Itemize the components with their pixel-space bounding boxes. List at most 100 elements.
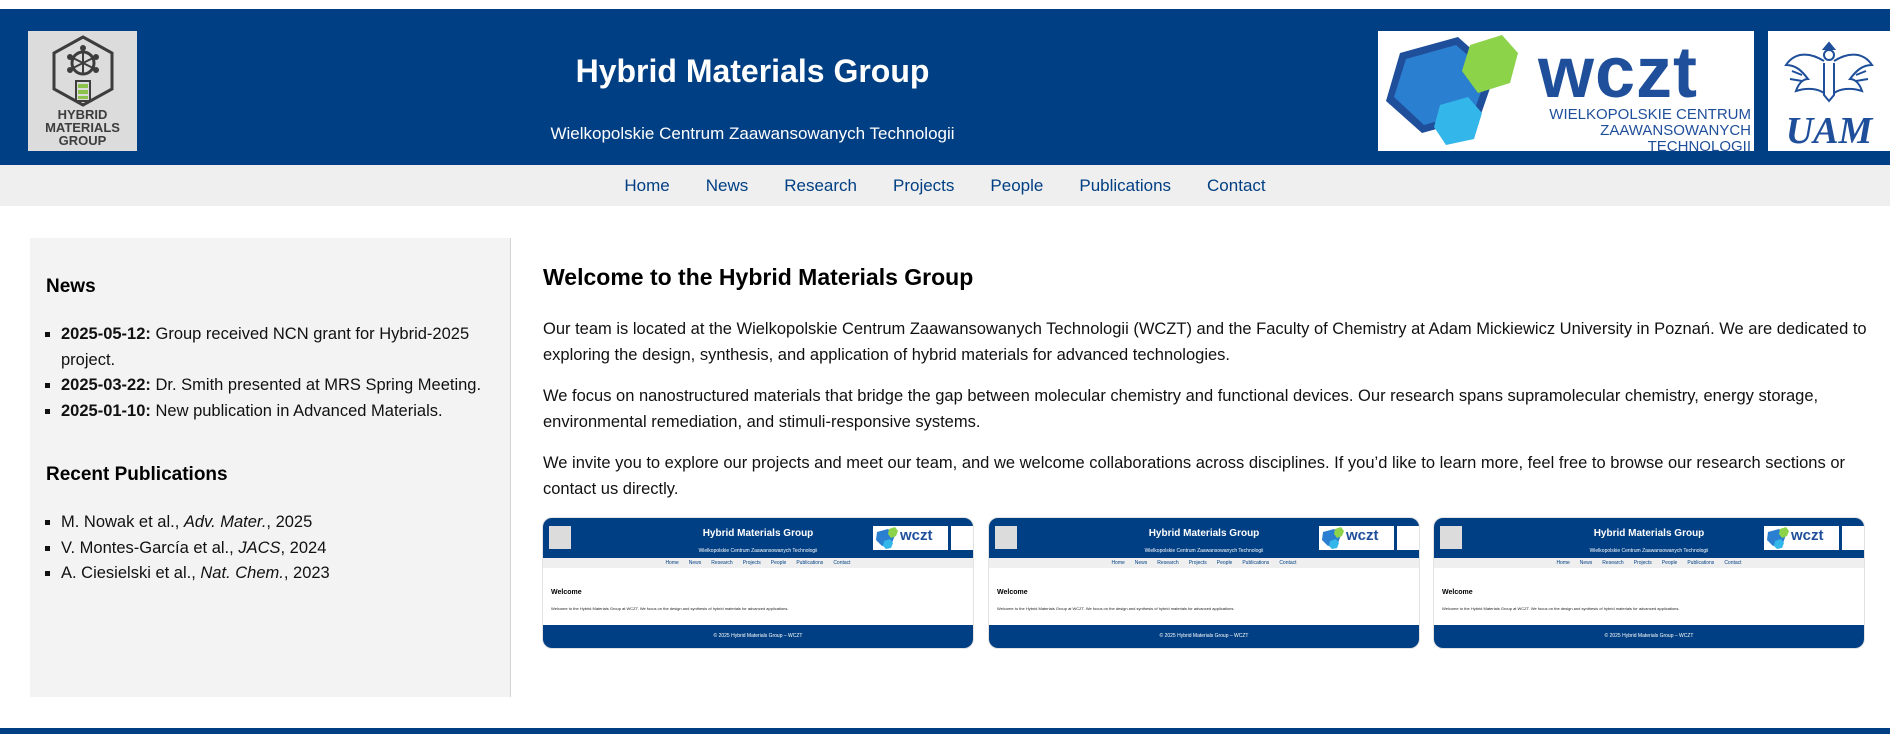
publication-authors: M. Nowak et al., [61,513,184,531]
thumb-wczt-logo: wczt [1764,526,1839,550]
thumb-nav: Home News Research Projects People Publicatio… [1434,558,1864,568]
thumb-footer: © 2025 Hybrid Materials Group – WCZT [1434,625,1864,648]
thumb-nav-item: News [1134,560,1148,566]
nav-home[interactable]: Home [624,176,669,196]
thumb-nav-item: News [688,560,702,566]
thumb-wczt-wordmark: wczt [1346,527,1379,544]
wczt-subtitle-line: ZAAWANSOWANYCH TECHNOLOGII [1600,122,1751,155]
thumb-uam-logo [1397,526,1419,550]
hybrid-materials-logo[interactable]: HYBRID MATERIALS GROUP [28,31,137,151]
thumb-header: Hybrid Materials Group Wielkopolskie Cen… [989,518,1419,558]
news-item: 2025-05-12: Group received NCN grant for… [61,322,491,373]
thumb-uam-logo [1842,526,1864,550]
news-item: 2025-01-10: New publication in Advanced … [61,399,491,425]
publication-year: , 2024 [280,538,327,557]
thumb-nav: Home News Research Projects People Publicatio… [989,558,1419,568]
thumb-hexagons-icon [1767,527,1789,549]
thumb-nav-item: People [770,560,787,566]
thumb-footer: © 2025 Hybrid Materials Group – WCZT [543,625,973,648]
top-strip [0,0,1890,9]
nav-projects[interactable]: Projects [893,176,954,196]
news-date: 2025-03-22: [61,376,151,394]
thumb-wczt-logo: wczt [1319,526,1394,550]
nav-publications[interactable]: Publications [1079,176,1171,196]
nav-people[interactable]: People [990,176,1043,196]
thumb-heading: Welcome [1442,589,1473,596]
publications-list: M. Nowak et al., Adv. Mater., 2025 V. Mo… [61,510,491,587]
publication-journal: Adv. Mater. [183,513,267,531]
thumb-nav-item: Contact [1724,560,1742,566]
thumb-heading: Welcome [997,589,1028,596]
news-date: 2025-01-10: [61,401,151,420]
logo-text-line: GROUP [58,133,107,148]
news-text: Dr. Smith presented at MRS Spring Meetin… [150,376,482,394]
news-date: 2025-05-12: [61,325,151,343]
publication-year: , 2023 [283,564,330,582]
thumb-nav-item: Home [1556,560,1570,566]
thumb-nav-item: Home [665,560,679,566]
eagle-crest-icon: UAM [1784,41,1874,152]
thumb-nav-item: Home [1111,560,1125,566]
publication-authors: A. Ciesielski et al., [61,564,201,582]
hexagon-molecule-icon [52,35,113,107]
thumb-nav-item: Research [1602,560,1624,566]
publication-journal: JACS [238,538,281,557]
publication-item: V. Montes-García et al., JACS, 2024 [61,536,491,562]
main-navigation: Home News Research Projects People Publi… [0,165,1890,206]
nav-news[interactable]: News [706,176,749,196]
publication-item: A. Ciesielski et al., Nat. Chem., 2023 [61,561,491,587]
thumb-nav-item: News [1579,560,1593,566]
thumb-text: Welcome to the Hybrid Materials Group at… [551,606,789,611]
wczt-logo[interactable]: wczt WIELKOPOLSKIE CENTRUM ZAAWANSOWANYC… [1378,31,1754,155]
page-title: Welcome to the Hybrid Materials Group [543,264,974,290]
thumb-footer: © 2025 Hybrid Materials Group – WCZT [989,625,1419,648]
news-heading: News [46,276,96,297]
thumb-header: Hybrid Materials Group Wielkopolskie Cen… [1434,518,1864,558]
thumb-nav: Home News Research Projects People Publicatio… [543,558,973,568]
recent-publications-heading: Recent Publications [46,464,228,485]
site-footer [0,728,1890,734]
news-item: 2025-03-22: Dr. Smith presented at MRS S… [61,373,491,399]
uam-logo[interactable]: UAM [1768,31,1890,152]
thumb-heading: Welcome [551,589,582,596]
thumb-nav-item: Publications [1242,560,1270,566]
site-screenshot-thumbnail[interactable]: Hybrid Materials Group Wielkopolskie Cen… [543,518,973,648]
uam-wordmark: UAM [1786,110,1874,151]
nav-contact[interactable]: Contact [1207,176,1266,196]
thumb-wczt-logo: wczt [873,526,948,550]
focus-paragraph: We focus on nanostructured materials tha… [543,387,1819,431]
thumb-nav-item: Projects [1188,560,1207,566]
thumb-wczt-wordmark: wczt [1791,527,1824,544]
publication-year: , 2025 [266,513,313,531]
thumb-nav-item: Contact [1279,560,1297,566]
thumb-header: Hybrid Materials Group Wielkopolskie Cen… [543,518,973,558]
site-screenshot-thumbnail[interactable]: Hybrid Materials Group Wielkopolskie Cen… [989,518,1419,648]
thumb-hexagons-icon [1322,527,1344,549]
publication-authors: V. Montes-García et al., [61,538,239,557]
thumb-nav-item: Publications [796,560,824,566]
site-screenshot-thumbnail[interactable]: Hybrid Materials Group Wielkopolskie Cen… [1434,518,1864,648]
thumb-nav-item: Projects [742,560,761,566]
news-list: 2025-05-12: Group received NCN grant for… [61,322,491,424]
thumb-text: Welcome to the Hybrid Materials Group at… [997,606,1235,611]
wczt-subtitle-line: WIELKOPOLSKIE CENTRUM [1549,106,1751,123]
wczt-wordmark: wczt [1538,33,1699,113]
thumb-nav-item: People [1216,560,1233,566]
thumb-wczt-wordmark: wczt [900,527,933,544]
site-header: HYBRID MATERIALS GROUP Hybrid Materials … [0,9,1890,165]
publication-item: M. Nowak et al., Adv. Mater., 2025 [61,510,491,536]
thumb-text: Welcome to the Hybrid Materials Group at… [1442,606,1680,611]
sidebar: News 2025-05-12: Group received NCN gran… [30,238,511,697]
thumb-uam-logo [951,526,973,550]
news-text: New publication in Advanced Materials. [150,401,443,420]
nav-research[interactable]: Research [784,176,857,196]
thumb-nav-item: Research [711,560,733,566]
site-subtitle: Wielkopolskie Centrum Zaawansowanych Tec… [550,124,955,143]
intro-paragraph: Our team is located at the Wielkopolskie… [543,320,1867,364]
site-title: Hybrid Materials Group [575,53,930,89]
thumb-nav-item: Projects [1633,560,1652,566]
thumb-nav-item: Contact [833,560,851,566]
thumb-nav-item: People [1661,560,1678,566]
thumb-hexagons-icon [876,527,898,549]
thumb-nav-item: Publications [1687,560,1715,566]
